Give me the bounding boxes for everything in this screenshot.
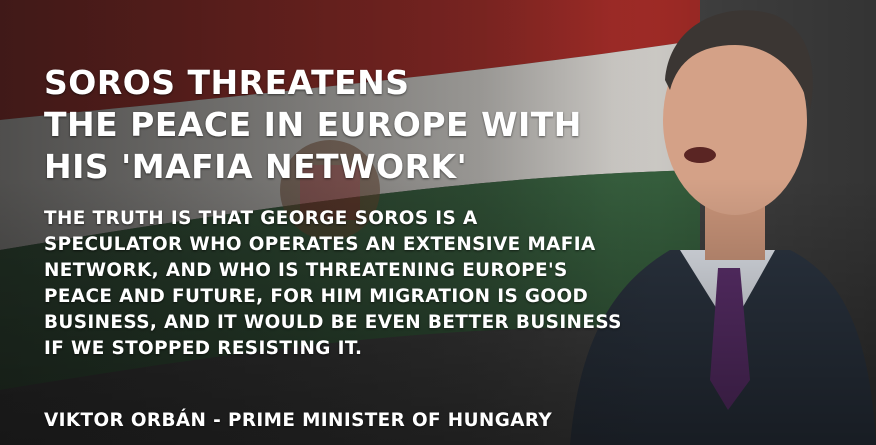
headline-line: SOROS THREATENS xyxy=(44,63,410,102)
quote-line: BUSINESS, AND IT WOULD BE EVEN BETTER BU… xyxy=(44,312,622,333)
poster: SOROS THREATENS THE PEACE IN EUROPE WITH… xyxy=(0,0,876,445)
quote-line: NETWORK, AND WHO IS THREATENING EUROPE'S xyxy=(44,260,568,281)
headline-line: THE PEACE IN EUROPE WITH xyxy=(44,105,582,144)
headline-line: HIS 'MAFIA NETWORK' xyxy=(44,147,468,186)
quote-line: SPECULATOR WHO OPERATES AN EXTENSIVE MAF… xyxy=(44,234,596,255)
quote-line: IF WE STOPPED RESISTING IT. xyxy=(44,338,363,359)
quote-text: THE TRUTH IS THAT GEORGE SOROS IS A SPEC… xyxy=(44,206,644,362)
quote-line: THE TRUTH IS THAT GEORGE SOROS IS A xyxy=(44,208,478,229)
quote-line: PEACE AND FUTURE, FOR HIM MIGRATION IS G… xyxy=(44,286,589,307)
text-block: SOROS THREATENS THE PEACE IN EUROPE WITH… xyxy=(44,62,644,362)
headline: SOROS THREATENS THE PEACE IN EUROPE WITH… xyxy=(44,62,644,188)
attribution: VIKTOR ORBÁN - PRIME MINISTER OF HUNGARY xyxy=(44,410,553,431)
